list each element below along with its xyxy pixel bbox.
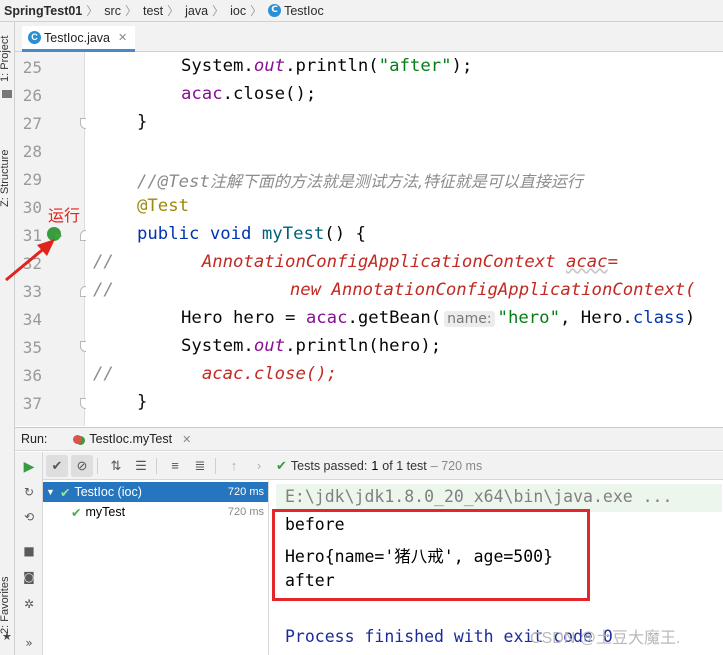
- test-tree: ▼ ✔ TestIoc (ioc) 720 ms ✔ myTest 720 ms: [43, 481, 269, 655]
- passed-check-icon: ✔: [71, 505, 82, 520]
- breadcrumb-separator: 〉: [124, 4, 137, 18]
- output-highlight-box: [272, 509, 590, 601]
- rerun-icon[interactable]: ▶: [22, 460, 36, 474]
- test-time: 720 ms: [227, 506, 264, 518]
- expand-all-icon[interactable]: ≡: [164, 455, 186, 477]
- code-line-26: acac.close();: [181, 84, 317, 104]
- stop-icon[interactable]: ■: [22, 544, 36, 558]
- breadcrumb-test[interactable]: test: [143, 4, 163, 18]
- code-line-32: //AnnotationConfigApplicationContext aca…: [93, 252, 618, 272]
- expand-arrow-icon[interactable]: ▼: [46, 487, 56, 497]
- editor-tab-row: C TestIoc.java ✕: [15, 22, 723, 52]
- line-number: 36: [22, 366, 42, 385]
- tab-run-config[interactable]: TestIoc.myTest ✕: [73, 432, 191, 446]
- next-icon[interactable]: ›: [248, 455, 270, 477]
- watermark: CSDN @土豆大魔王.: [530, 630, 681, 647]
- annotation-label: 运行: [48, 206, 81, 225]
- breadcrumb-separator: 〉: [212, 4, 225, 18]
- code-line-25: System.out.println("after");: [181, 56, 473, 76]
- test-time: 720 ms: [227, 486, 264, 498]
- left-tool-strip: 1: Project Z: Structure 2: Favorites ★: [0, 22, 15, 655]
- tab-testioc-java[interactable]: C TestIoc.java ✕: [22, 26, 136, 52]
- divider: [97, 457, 98, 474]
- project-tool-tab[interactable]: 1: Project: [0, 36, 11, 82]
- code-line-35: System.out.println(hero);: [181, 336, 442, 356]
- folder-icon: [2, 90, 12, 98]
- more-icon[interactable]: »: [22, 636, 36, 650]
- test-tree-row-method[interactable]: ✔ myTest 720 ms: [43, 502, 268, 522]
- run-panel-header: Run: TestIoc.myTest ✕: [15, 427, 723, 451]
- line-number: 30: [22, 198, 42, 217]
- code-line-37: }: [137, 392, 148, 412]
- sort-duration-icon[interactable]: ☰: [130, 455, 152, 477]
- parameter-hint: name:: [444, 311, 495, 327]
- test-run-icon: [73, 434, 83, 444]
- test-tree-row-class[interactable]: ▼ ✔ TestIoc (ioc) 720 ms: [43, 482, 268, 502]
- breadcrumb-java[interactable]: java: [185, 4, 208, 18]
- breadcrumb-testioc[interactable]: TestIoc: [284, 4, 324, 18]
- settings-icon[interactable]: ✲: [22, 597, 36, 611]
- annotation-arrow-icon: [5, 239, 55, 282]
- tests-count: of 1 test: [382, 458, 427, 473]
- divider: [215, 457, 216, 474]
- code-line-34: Hero hero = acac.getBean(name: "hero", He…: [181, 308, 696, 328]
- breadcrumb-separator: 〉: [167, 4, 180, 18]
- run-label: Run:: [21, 432, 48, 446]
- breadcrumb-separator: 〉: [250, 4, 263, 18]
- line-number: 29: [22, 170, 42, 189]
- code-line-36: //acac.close();: [93, 364, 338, 384]
- camera-icon[interactable]: ◙: [22, 570, 36, 584]
- code-line-30: @Test: [137, 196, 190, 216]
- breadcrumb: SpringTest01 〉 src 〉 test 〉 java 〉 ioc 〉…: [0, 0, 723, 22]
- java-class-icon: C: [268, 4, 282, 17]
- close-icon[interactable]: ✕: [118, 31, 127, 44]
- tests-time: – 720 ms: [430, 458, 483, 473]
- divider: [156, 457, 157, 474]
- line-number: 25: [22, 58, 42, 77]
- sort-alpha-icon[interactable]: ⇅: [105, 455, 127, 477]
- java-class-icon: C: [28, 31, 41, 44]
- toggle-auto-test-icon[interactable]: ⟲: [22, 510, 36, 524]
- breadcrumb-src[interactable]: src: [104, 4, 121, 18]
- breadcrumb-ioc[interactable]: ioc: [230, 4, 246, 18]
- breadcrumb-project[interactable]: SpringTest01: [4, 4, 82, 18]
- rerun-failed-icon[interactable]: ↻: [22, 485, 36, 499]
- tab-label: TestIoc.java: [44, 30, 111, 45]
- line-number: 33: [22, 282, 42, 301]
- console-command: E:\jdk\jdk1.8.0_20_x64\bin\java.exe ...: [285, 487, 673, 506]
- code-line-33: //new AnnotationConfigApplicationContext…: [93, 280, 696, 300]
- show-passed-icon[interactable]: ✔: [46, 454, 68, 477]
- tests-passed-label: Tests passed:: [290, 458, 368, 473]
- code-editor[interactable]: System.out.println("after"); acac.close(…: [86, 52, 723, 426]
- run-toolbar: ✔ ⊘ ⇅ ☰ ≡ ≣ ↑ › ✔ Tests passed: 1 of 1 t…: [43, 452, 723, 480]
- code-line-31: public void myTest() {: [137, 224, 366, 244]
- collapse-all-icon[interactable]: ≣: [189, 455, 211, 477]
- line-number: 28: [22, 142, 42, 161]
- code-line-29: //@Test注解下面的方法就是测试方法,特征就是可以直接运行: [137, 172, 583, 192]
- star-icon: ★: [2, 630, 12, 643]
- previous-icon[interactable]: ↑: [223, 455, 245, 477]
- passed-check-icon: ✔: [60, 485, 71, 500]
- breadcrumb-separator: 〉: [86, 4, 99, 18]
- line-number: 27: [22, 114, 42, 133]
- test-name: myTest: [85, 505, 126, 519]
- line-number: 26: [22, 86, 42, 105]
- line-number: 34: [22, 310, 42, 329]
- show-ignored-icon[interactable]: ⊘: [71, 454, 93, 477]
- close-icon[interactable]: ✕: [182, 433, 191, 446]
- tests-passed-value: 1: [371, 458, 379, 473]
- line-number: 35: [22, 338, 42, 357]
- test-name: TestIoc (ioc): [74, 485, 142, 499]
- favorites-tool-tab[interactable]: 2: Favorites: [0, 577, 11, 634]
- line-number: 37: [22, 394, 42, 413]
- structure-tool-tab[interactable]: Z: Structure: [0, 150, 11, 207]
- code-line-27: }: [137, 112, 148, 132]
- run-side-toolbar: ▶ ↻ ⟲ ■ ◙ ✲ »: [15, 452, 43, 655]
- run-tab-label: TestIoc.myTest: [89, 432, 173, 446]
- passed-check-icon: ✔: [276, 457, 287, 473]
